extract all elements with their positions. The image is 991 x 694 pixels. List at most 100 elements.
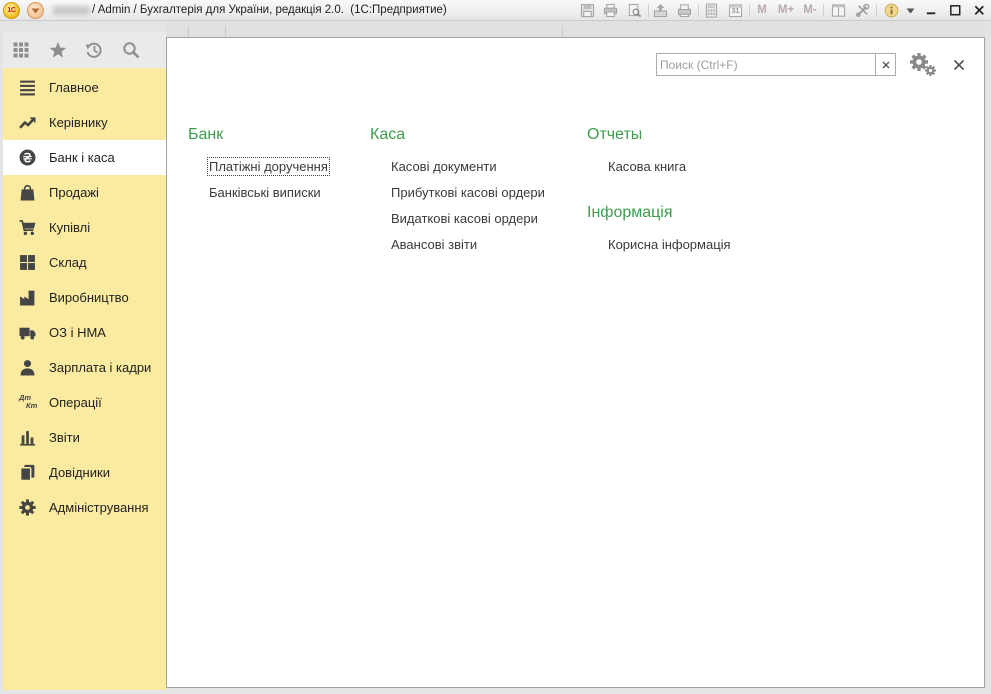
- history-icon[interactable]: [85, 41, 103, 59]
- toolbar-separator: [698, 4, 699, 17]
- sidebar-item-reports[interactable]: Звіти: [3, 420, 166, 455]
- sidebar-item-label: Главное: [49, 80, 99, 95]
- sidebar-item-label: Продажі: [49, 185, 99, 200]
- sidebar-item-label: Виробництво: [49, 290, 129, 305]
- search-box: [656, 53, 896, 76]
- link-useful-info[interactable]: Корисна інформація: [606, 235, 733, 254]
- sidebar-item-label: Адміністрування: [49, 500, 149, 515]
- tab-divider: [225, 26, 226, 37]
- sidebar-item-warehouse[interactable]: Склад: [3, 245, 166, 280]
- link-cash-expense-orders[interactable]: Видаткові касові ордери: [389, 209, 540, 228]
- title-bar: 1С / Admin / Бухгалтерія для України, ре…: [0, 0, 991, 21]
- window-icon[interactable]: [831, 3, 846, 18]
- link-advance-reports[interactable]: Авансові звіти: [389, 235, 479, 254]
- list-item: Касова книга: [587, 153, 797, 179]
- toolbar-separator: [876, 4, 877, 17]
- tools-icon[interactable]: [855, 3, 870, 18]
- sidebar-item-payroll-hr[interactable]: Зарплата і кадри: [3, 350, 166, 385]
- memory-minus-button[interactable]: M-: [799, 0, 821, 20]
- sidebar-item-label: Операції: [49, 395, 102, 410]
- section-cash: Каса Касові документи Прибуткові касові …: [370, 125, 580, 257]
- document-arrow-icon[interactable]: [653, 3, 668, 18]
- calculator-icon[interactable]: [704, 3, 719, 18]
- sidebar-item-sales[interactable]: Продажі: [3, 175, 166, 210]
- sidebar-item-operations[interactable]: Дт Кт Операції: [3, 385, 166, 420]
- sidebar-item-purchases[interactable]: Купівлі: [3, 210, 166, 245]
- sidebar-item-label: Довідники: [49, 465, 110, 480]
- list-item: Касові документи: [370, 153, 580, 179]
- warehouse-blocks-icon: [19, 254, 36, 271]
- section-heading: Каса: [370, 126, 406, 143]
- link-cash-receipt-orders[interactable]: Прибуткові касові ордери: [389, 183, 547, 202]
- sidebar-item-main[interactable]: Главное: [3, 70, 166, 105]
- link-bank-statements[interactable]: Банківські виписки: [207, 183, 323, 202]
- sidebar-item-manager[interactable]: Керівнику: [3, 105, 166, 140]
- info-icon[interactable]: [884, 3, 899, 18]
- trend-icon: [19, 114, 36, 131]
- sidebar-item-label: ОЗ і НМА: [49, 325, 106, 340]
- calendar-icon[interactable]: 31: [728, 3, 743, 18]
- clear-search-icon[interactable]: [875, 54, 895, 75]
- maximize-icon[interactable]: [948, 3, 963, 18]
- sidebar-item-production[interactable]: Виробництво: [3, 280, 166, 315]
- sidebar-item-bank-cash[interactable]: Банк і каса: [3, 140, 166, 175]
- tab-divider: [562, 26, 563, 37]
- factory-icon: [19, 289, 36, 306]
- save-icon[interactable]: [580, 3, 595, 18]
- sidebar-item-administration[interactable]: Адміністрування: [3, 490, 166, 525]
- calendar-day: 31: [731, 8, 740, 15]
- info-dropdown-icon[interactable]: [906, 8, 915, 14]
- tab-divider: [188, 26, 189, 37]
- cart-icon: [19, 219, 36, 236]
- sidebar-item-directories[interactable]: Довідники: [3, 455, 166, 490]
- credit-glyph: Кт: [26, 401, 38, 410]
- person-icon: [19, 359, 36, 376]
- memory-button[interactable]: M: [751, 0, 773, 20]
- sidebar-item-label: Склад: [49, 255, 87, 270]
- list-item: Прибуткові касові ордери: [370, 179, 580, 205]
- section-heading: Отчеты: [587, 126, 643, 143]
- sidebar-item-label: Банк і каса: [49, 150, 115, 165]
- printer-paper-icon[interactable]: [677, 3, 692, 18]
- search-input[interactable]: [657, 54, 875, 75]
- truck-icon: [19, 324, 36, 341]
- settings-gears-icon[interactable]: [908, 52, 937, 77]
- section-reports-info: Отчеты Касова книга Інформація Корисна і…: [587, 125, 797, 257]
- gear-icon: [19, 499, 36, 516]
- main-menu-dropdown-icon[interactable]: [27, 2, 44, 19]
- app-logo[interactable]: 1С: [3, 2, 20, 19]
- toolbar-separator: [648, 4, 649, 17]
- section-bank: Банк Платіжні доручення Банківські випис…: [188, 125, 398, 205]
- print-preview-icon[interactable]: [627, 3, 642, 18]
- list-item: Авансові звіти: [370, 231, 580, 257]
- toolbar-separator: [749, 4, 750, 17]
- window-title: / Admin / Бухгалтерія для України, редак…: [92, 4, 447, 16]
- memory-plus-button[interactable]: M+: [775, 0, 797, 20]
- list-icon: [19, 79, 36, 96]
- list-item: Корисна інформація: [587, 231, 797, 257]
- sections-sidebar: Главное Керівнику Банк і каса Продажі Ку…: [3, 68, 166, 690]
- open-windows-strip: [166, 21, 985, 37]
- apps-grid-icon[interactable]: [12, 41, 30, 59]
- link-cash-documents[interactable]: Касові документи: [389, 157, 499, 176]
- minimize-icon[interactable]: [924, 3, 939, 18]
- sidebar-item-label: Зарплата і кадри: [49, 360, 152, 375]
- link-payment-orders[interactable]: Платіжні доручення: [207, 156, 330, 176]
- sidebar-item-fixed-assets[interactable]: ОЗ і НМА: [3, 315, 166, 350]
- logo-text: 1С: [7, 7, 16, 14]
- close-panel-icon[interactable]: [953, 59, 965, 71]
- debit-credit-icon: Дт Кт: [19, 394, 38, 411]
- list-item: Банківські виписки: [188, 179, 398, 205]
- shopping-bag-icon: [19, 184, 36, 201]
- section-panel: Банк Платіжні доручення Банківські випис…: [166, 37, 985, 688]
- section-heading: Інформація: [587, 204, 673, 221]
- books-icon: [19, 464, 36, 481]
- link-cash-book[interactable]: Касова книга: [606, 157, 688, 176]
- sidebar-toolbar: [3, 32, 166, 68]
- sidebar-item-label: Керівнику: [49, 115, 108, 130]
- print-icon[interactable]: [603, 3, 618, 18]
- list-item: Платіжні доручення: [188, 153, 398, 179]
- search-icon[interactable]: [122, 41, 140, 59]
- close-icon[interactable]: [972, 3, 987, 18]
- favorites-star-icon[interactable]: [49, 41, 67, 59]
